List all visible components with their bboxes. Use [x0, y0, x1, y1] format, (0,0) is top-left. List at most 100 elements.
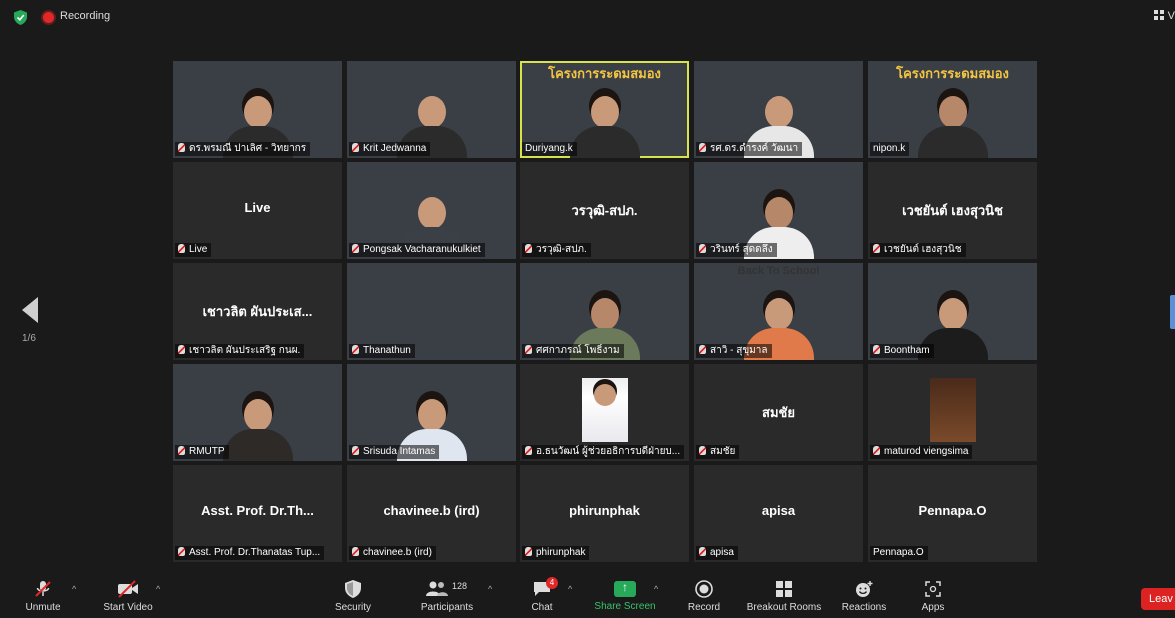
participant-tile[interactable]: Pongsak Vacharanukulkiet: [347, 162, 516, 259]
participant-display-name: phirunphak: [569, 503, 640, 518]
participant-display-name: apisa: [761, 503, 796, 518]
participant-name-label: อ.ธนวัฒน์ ผู้ช่วยอธิการบดีฝ่ายบ...: [522, 445, 685, 459]
view-button[interactable]: V: [1153, 10, 1175, 22]
share-screen-icon: [614, 580, 636, 597]
participant-name-label: Pennapa.O: [870, 546, 928, 560]
participants-icon: 128: [422, 580, 472, 598]
participant-tile[interactable]: RMUTP: [173, 364, 342, 461]
virtual-background-banner: โครงการระดมสมอง: [548, 66, 661, 81]
security-shield-icon: [345, 580, 361, 598]
muted-mic-icon: [178, 345, 185, 354]
participant-name-label: ศศกาภรณ์ โพธิ์งาม: [522, 344, 624, 358]
participant-tile[interactable]: Srisuda Intamas: [347, 364, 516, 461]
muted-mic-icon: [699, 244, 706, 253]
view-label: V: [1167, 10, 1175, 22]
participant-name-label: Live: [175, 243, 212, 257]
participant-name-label: รศ.ดร.ดำรงค์ วัฒนา: [696, 142, 803, 156]
apps-icon: [925, 581, 941, 597]
next-page-handle[interactable]: [1170, 295, 1175, 329]
muted-mic-icon: [352, 547, 359, 556]
muted-mic-icon: [352, 143, 359, 152]
muted-mic-icon: [178, 244, 185, 253]
participant-tile[interactable]: โครงการระดมสมอง nipon.k: [868, 61, 1037, 158]
participant-video: [222, 399, 293, 461]
participant-tile[interactable]: Boontham: [868, 263, 1037, 360]
participant-tile[interactable]: Asst. Prof. Dr.Th... Asst. Prof. Dr.Than…: [173, 465, 342, 562]
shield-icon[interactable]: [14, 10, 27, 25]
participant-tile[interactable]: เวชยันต์ เฮงสุวนิช เวชยันต์ เฮงสุวนิช: [868, 162, 1037, 259]
participant-tile-active-speaker[interactable]: โครงการระดมสมอง Duriyang.k: [520, 61, 689, 158]
security-label: Security: [334, 602, 372, 613]
participant-tile[interactable]: เชาวลิต ผันประเส... เชาวลิต ผันประเสริฐ …: [173, 263, 342, 360]
muted-mic-icon: [352, 244, 359, 253]
video-options-caret-icon[interactable]: ^: [156, 584, 160, 594]
virtual-background-banner: โครงการระดมสมอง: [896, 66, 1009, 81]
reactions-smiley-icon: [856, 581, 873, 597]
leave-meeting-button[interactable]: Leav: [1141, 588, 1175, 610]
reactions-button[interactable]: Reactions: [838, 572, 890, 618]
participant-name-label: maturod viengsima: [870, 445, 973, 459]
record-button[interactable]: Record: [684, 572, 724, 618]
chat-button[interactable]: Chat 4: [524, 572, 560, 618]
participant-name-label: Thanathun: [349, 344, 415, 358]
apps-label: Apps: [921, 602, 945, 613]
participant-tile[interactable]: maturod viengsima: [868, 364, 1037, 461]
recording-dot-icon: [43, 12, 54, 23]
participants-count: 128: [452, 581, 468, 591]
chat-options-caret-icon[interactable]: ^: [568, 584, 572, 594]
participant-display-name: Asst. Prof. Dr.Th...: [201, 503, 314, 518]
participant-video: [917, 96, 988, 158]
participant-tile[interactable]: วรินทร์ สุดดลึง: [694, 162, 863, 259]
participant-tile[interactable]: รศ.ดร.ดำรงค์ วัฒนา: [694, 61, 863, 158]
participant-name-label: Krit Jedwanna: [349, 142, 431, 156]
participant-name-label: nipon.k: [870, 142, 910, 156]
previous-page-arrow-icon[interactable]: [18, 295, 44, 325]
unmute-button[interactable]: Unmute: [18, 572, 68, 618]
muted-mic-icon: [178, 446, 185, 455]
start-video-button[interactable]: Start Video: [96, 572, 160, 618]
participant-name-label: วรวุฒิ-สปภ.: [522, 243, 591, 257]
participant-profile-picture: [581, 378, 628, 442]
participant-tile[interactable]: อ.ธนวัฒน์ ผู้ช่วยอธิการบดีฝ่ายบ...: [520, 364, 689, 461]
unmute-label: Unmute: [25, 602, 61, 613]
participant-tile[interactable]: ศศกาภรณ์ โพธิ์งาม: [520, 263, 689, 360]
muted-mic-icon: [525, 547, 532, 556]
participant-tile[interactable]: Krit Jedwanna: [347, 61, 516, 158]
record-label: Record: [687, 602, 721, 613]
participants-button[interactable]: 128 Participants: [414, 572, 480, 618]
page-indicator: 1/6: [22, 333, 36, 344]
video-off-icon: [118, 580, 138, 598]
participant-name-label: phirunphak: [522, 546, 590, 560]
participant-tile[interactable]: ดร.พรมณี ปาเลิศ - วิทยากร: [173, 61, 342, 158]
share-screen-button[interactable]: Share Screen: [590, 572, 660, 618]
reactions-label: Reactions: [841, 602, 887, 613]
participant-name-label: RMUTP: [175, 445, 229, 459]
breakout-rooms-button[interactable]: Breakout Rooms: [742, 572, 826, 618]
participants-options-caret-icon[interactable]: ^: [488, 584, 492, 594]
participant-tile[interactable]: apisa apisa: [694, 465, 863, 562]
breakout-rooms-label: Breakout Rooms: [746, 602, 822, 613]
participant-tile[interactable]: phirunphak phirunphak: [520, 465, 689, 562]
participant-tile[interactable]: Live Live: [173, 162, 342, 259]
muted-mic-icon: [699, 446, 706, 455]
participant-display-name: วรวุฒิ-สปภ.: [571, 203, 638, 218]
participant-tile[interactable]: Pennapa.O Pennapa.O: [868, 465, 1037, 562]
participant-tile[interactable]: Thanathun: [347, 263, 516, 360]
apps-button[interactable]: Apps: [914, 572, 952, 618]
grid-icon: [1153, 10, 1164, 20]
participant-tile[interactable]: chavinee.b (ird) chavinee.b (ird): [347, 465, 516, 562]
muted-microphone-icon: [35, 581, 51, 597]
participant-name-label: วรินทร์ สุดดลึง: [696, 243, 777, 257]
participant-display-name: เวชยันต์ เฮงสุวนิช: [902, 203, 1003, 218]
share-options-caret-icon[interactable]: ^: [654, 584, 658, 594]
participant-name-label: ดร.พรมณี ปาเลิศ - วิทยากร: [175, 142, 311, 156]
participant-display-name: เชาวลิต ผันประเส...: [202, 304, 313, 319]
record-icon: [695, 580, 713, 598]
participant-tile[interactable]: Back To School สาวิ - สุขุมาล: [694, 263, 863, 360]
audio-options-caret-icon[interactable]: ^: [72, 584, 76, 594]
start-video-label: Start Video: [103, 602, 153, 613]
participant-tile[interactable]: วรวุฒิ-สปภ. วรวุฒิ-สปภ.: [520, 162, 689, 259]
participant-display-name: Live: [244, 200, 271, 215]
security-button[interactable]: Security: [330, 572, 376, 618]
participant-tile[interactable]: สมชัย สมชัย: [694, 364, 863, 461]
